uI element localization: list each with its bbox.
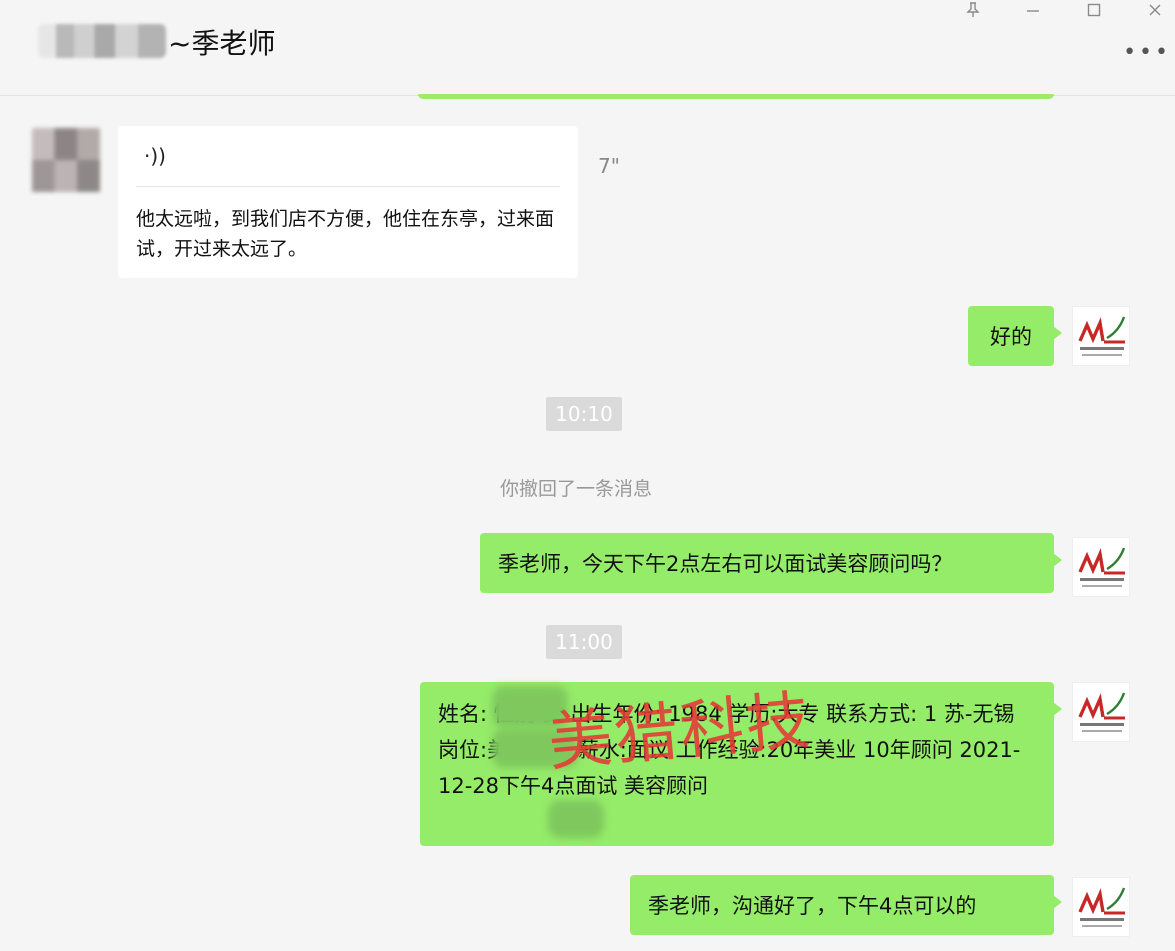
message-text: 季老师，今天下午2点左右可以面试美容顾问吗？ bbox=[498, 552, 953, 576]
message-bubble-confirm[interactable]: 季老师，沟通好了，下午4点可以的 bbox=[630, 875, 1062, 935]
message-text: 好的 bbox=[990, 325, 1032, 349]
voice-wave-icon[interactable]: ·)) bbox=[144, 144, 166, 168]
more-icon[interactable]: ••• bbox=[1123, 40, 1171, 65]
ml-logo-icon bbox=[1078, 547, 1126, 587]
message-bubble-ok[interactable]: 好的 bbox=[968, 306, 1062, 366]
close-icon[interactable] bbox=[1140, 0, 1170, 20]
minimize-icon[interactable] bbox=[1018, 0, 1048, 20]
recall-notice: 你撤回了一条消息 bbox=[500, 478, 653, 500]
contact-avatar[interactable] bbox=[32, 128, 100, 192]
ml-logo-icon bbox=[1078, 316, 1126, 356]
redacted-company bbox=[548, 800, 604, 838]
voice-divider bbox=[136, 186, 560, 187]
self-avatar[interactable] bbox=[1072, 537, 1130, 597]
timestamp: 11:00 bbox=[546, 625, 622, 659]
chat-header: ~季老师 ••• bbox=[0, 0, 1175, 96]
self-avatar[interactable] bbox=[1072, 306, 1130, 366]
ml-logo-icon bbox=[1078, 692, 1126, 732]
voice-message[interactable]: ·)) 他太远啦，到我们店不方便，他住在东亭，过来面试，开过来太远了。 bbox=[118, 126, 578, 278]
previous-bubble-edge bbox=[418, 94, 1054, 99]
contact-name-redacted bbox=[38, 24, 166, 58]
ml-logo-icon bbox=[1078, 887, 1126, 927]
self-avatar[interactable] bbox=[1072, 682, 1130, 742]
chat-title: ~季老师 bbox=[168, 27, 276, 60]
timestamp: 10:10 bbox=[546, 397, 622, 431]
message-bubble-question[interactable]: 季老师，今天下午2点左右可以面试美容顾问吗？ bbox=[480, 533, 1062, 593]
voice-transcript: 他太远啦，到我们店不方便，他住在东亭，过来面试，开过来太远了。 bbox=[136, 208, 555, 260]
message-text: 季老师，沟通好了，下午4点可以的 bbox=[648, 894, 977, 918]
pin-icon[interactable] bbox=[958, 0, 988, 20]
voice-duration: 7" bbox=[598, 154, 620, 178]
self-avatar[interactable] bbox=[1072, 877, 1130, 937]
maximize-icon[interactable] bbox=[1079, 0, 1109, 20]
